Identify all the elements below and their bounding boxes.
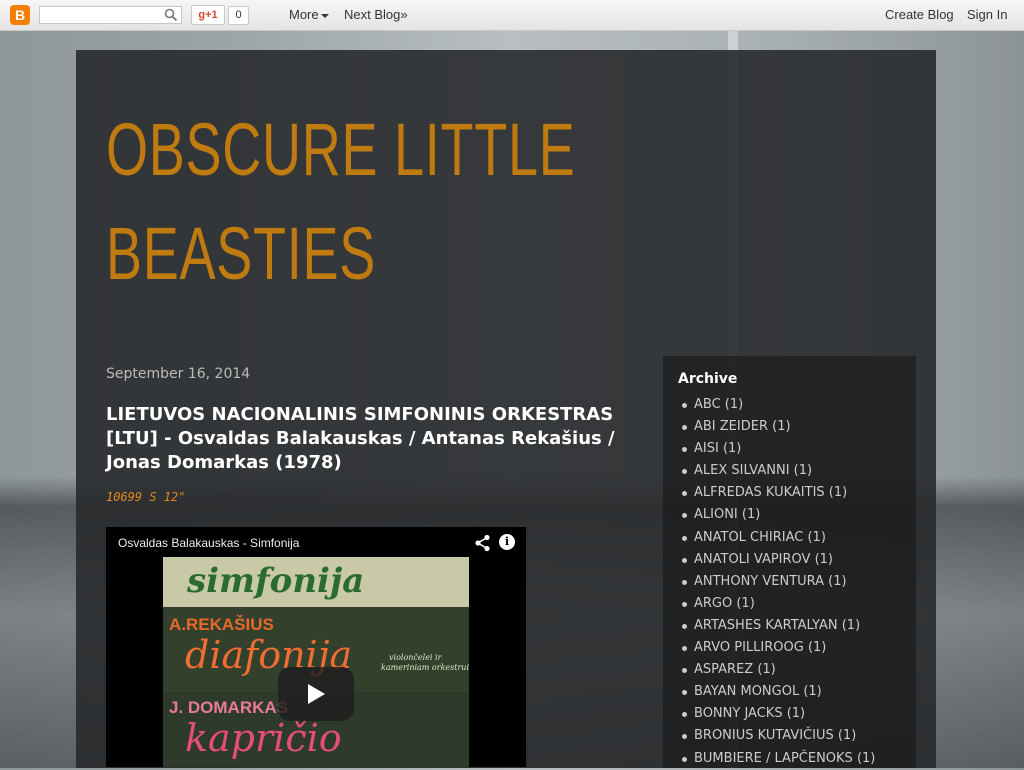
archive-item: ABC (1) [678, 394, 875, 416]
search-icon[interactable] [164, 8, 178, 22]
archive-link[interactable]: ANATOL CHIRIAC (1) [694, 530, 826, 545]
next-blog-link[interactable]: Next Blog» [344, 7, 408, 22]
plus-one-count: 0 [228, 6, 249, 25]
archive-link[interactable]: ABI ZEIDER (1) [694, 419, 791, 434]
video-title[interactable]: Osvaldas Balakauskas - Simfonija [118, 536, 299, 550]
archive-item: ARTASHES KARTALYAN (1) [678, 615, 875, 637]
archive-link[interactable]: AISI (1) [694, 441, 741, 456]
archive-link[interactable]: ANATOLI VAPIROV (1) [694, 552, 833, 567]
archive-item: BAYAN MONGOL (1) [678, 681, 875, 703]
archive-link[interactable]: ASPAREZ (1) [694, 662, 776, 677]
post-date: September 16, 2014 [106, 366, 251, 382]
more-menu[interactable]: More [289, 7, 329, 22]
cover-text-rekasius: A.REKAŠIUS [169, 615, 274, 634]
archive-item: ABI ZEIDER (1) [678, 416, 875, 438]
cover-text-subtitle-1: violončelei ir [389, 653, 442, 662]
create-blog-link[interactable]: Create Blog [885, 7, 954, 22]
blog-content-panel: OBSCURE LITTLE BEASTIES September 16, 20… [76, 50, 936, 768]
archive-item: ANTHONY VENTURA (1) [678, 571, 875, 593]
archive-sidebar: Archive ABC (1) ABI ZEIDER (1) AISI (1) … [663, 356, 916, 768]
archive-link[interactable]: ARGO (1) [694, 596, 755, 611]
chevron-down-icon [320, 13, 329, 18]
archive-item: ASPAREZ (1) [678, 659, 875, 681]
search-input[interactable] [44, 8, 162, 22]
archive-link[interactable]: BUMBIERE / LAPČENOKS (1) [694, 751, 875, 766]
archive-title: Archive [678, 371, 738, 387]
archive-item: BRONIUS KUTAVIČIUS (1) [678, 725, 875, 747]
archive-item: BUMBIERE / LAPČENOKS (1) [678, 748, 875, 770]
play-icon[interactable] [278, 667, 354, 721]
archive-item: ALEX SILVANNI (1) [678, 460, 875, 482]
cover-text-kapricio: kapričio [185, 716, 342, 760]
archive-link[interactable]: BAYAN MONGOL (1) [694, 684, 822, 699]
cover-text-subtitle-2: kameriniam orkestrui [381, 663, 470, 672]
catalog-number: 10699 S 12" [106, 490, 186, 504]
archive-link[interactable]: ANTHONY VENTURA (1) [694, 574, 847, 589]
post-title[interactable]: LIETUVOS NACIONALINIS SIMFONINIS ORKESTR… [106, 403, 626, 475]
archive-link[interactable]: ARVO PILLIROOG (1) [694, 640, 826, 655]
archive-link[interactable]: BONNY JACKS (1) [694, 706, 805, 721]
blog-title-line-2: BEASTIES [106, 212, 377, 295]
blog-title-line-1: OBSCURE LITTLE [106, 108, 576, 191]
sign-in-link[interactable]: Sign In [967, 7, 1007, 22]
archive-link[interactable]: ALEX SILVANNI (1) [694, 463, 812, 478]
archive-item: ANATOL CHIRIAC (1) [678, 527, 875, 549]
cover-band-simfonija: simfonija [163, 557, 469, 607]
archive-item: ALFREDAS KUKAITIS (1) [678, 482, 875, 504]
archive-link[interactable]: ALFREDAS KUKAITIS (1) [694, 485, 847, 500]
archive-item: ALIONI (1) [678, 504, 875, 526]
archive-link[interactable]: ABC (1) [694, 397, 743, 412]
blogger-navbar: B g+1 0 More Next Blog» Create Blog Sign… [0, 0, 1024, 31]
youtube-embed[interactable]: Osvaldas Balakauskas - Simfonija i simfo… [106, 527, 526, 767]
cover-text-simfonija: simfonija [187, 561, 365, 601]
blog-title[interactable]: OBSCURE LITTLE BEASTIES [106, 98, 575, 306]
archive-item: BONNY JACKS (1) [678, 703, 875, 725]
archive-item: ARGO (1) [678, 593, 875, 615]
archive-item: ANATOLI VAPIROV (1) [678, 549, 875, 571]
archive-link[interactable]: ARTASHES KARTALYAN (1) [694, 618, 860, 633]
blogger-logo-icon[interactable]: B [10, 5, 30, 25]
archive-link[interactable]: ALIONI (1) [694, 507, 760, 522]
share-icon[interactable] [474, 534, 492, 552]
search-box [39, 6, 182, 24]
archive-item: ARVO PILLIROOG (1) [678, 637, 875, 659]
more-label: More [289, 7, 319, 22]
archive-item: AISI (1) [678, 438, 875, 460]
google-plus-one-button[interactable]: g+1 [191, 5, 225, 25]
video-thumbnail-album-cover: simfonija A.REKAŠIUS diafonija violončel… [163, 557, 469, 767]
cover-text-domarkas: J. DOMARKAS [169, 698, 289, 717]
archive-list: ABC (1) ABI ZEIDER (1) AISI (1) ALEX SIL… [678, 394, 875, 770]
archive-link[interactable]: BRONIUS KUTAVIČIUS (1) [694, 728, 856, 743]
info-icon[interactable]: i [499, 534, 515, 550]
